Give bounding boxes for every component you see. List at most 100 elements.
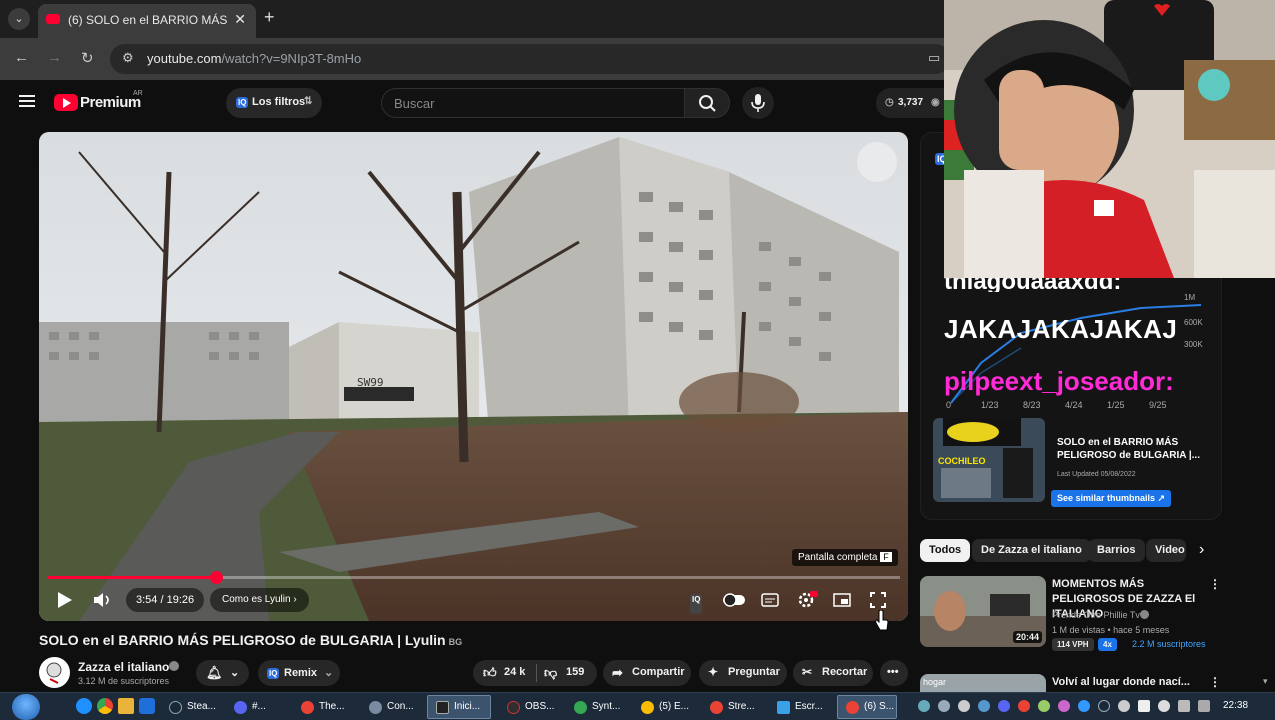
tray-icon[interactable] [918,700,930,712]
subscriber-count: 3.12 M de suscriptores [78,676,170,686]
tray-icon[interactable] [1078,700,1090,712]
settings-gear-icon[interactable] [796,590,818,610]
chapter-button[interactable]: Como es Lyulin › [210,588,309,612]
recommendation-subs: 2.2 M suscriptores [1132,639,1206,649]
taskbar-item-epic[interactable]: Inici... [427,695,491,719]
settings-icon [369,701,382,714]
search-button[interactable] [684,88,730,118]
edge-icon[interactable] [76,698,92,714]
close-tab-icon[interactable]: ✕ [234,11,246,28]
outlier-badge: 4x [1098,638,1117,651]
menu-icon[interactable] [19,95,35,107]
like-count[interactable]: 24 k [504,666,525,678]
chips-next-icon[interactable]: › [1199,541,1204,559]
site-info-icon[interactable]: ⚙ [122,50,134,66]
taskbar-item-desktop[interactable]: Escr... [768,695,830,719]
miniplayer-icon[interactable] [832,590,852,610]
epic-games-icon [436,701,449,714]
share-icon: ➦ [612,665,623,680]
action-center-icon[interactable] [1198,700,1210,712]
tray-icon[interactable] [1118,700,1130,712]
video-duration: 20:44 [1012,631,1042,643]
tray-icon[interactable] [938,700,950,712]
new-tab-icon[interactable]: + [264,7,275,28]
url-text: youtube.com/watch?v=9NIp3T-8mHo [147,51,362,66]
discord-tray-icon[interactable] [998,700,1010,712]
reload-icon[interactable]: ↻ [81,49,94,67]
scroll-down-icon[interactable]: ▾ [1263,676,1268,687]
tray-icon[interactable] [978,700,990,712]
fullscreen-icon[interactable] [868,590,888,610]
task-label: (5) E... [659,701,690,712]
play-icon[interactable] [54,590,74,610]
tray-icon[interactable] [1058,700,1070,712]
channel-name[interactable]: Zazza el italiano [78,660,169,674]
more-options-icon[interactable]: ⋮ [1209,675,1221,689]
youtube-premium-logo[interactable]: Premium [80,94,141,111]
language-icon[interactable] [1178,700,1190,712]
taskbar-item-steam[interactable]: Stea... [160,695,216,719]
chip-from-channel[interactable]: De Zazza el italiano [972,539,1091,562]
chrome-icon[interactable] [97,698,113,714]
video-player[interactable]: SW99 [39,132,908,621]
recommendation-channel[interactable]: Prende Otro Phillie Tv [1052,610,1140,620]
recommendation-thumbnail[interactable]: 20:44 [920,576,1046,647]
back-icon[interactable]: ← [14,49,29,66]
ask-button[interactable]: ✦ Preguntar [699,660,787,686]
chrome-tray-icon[interactable] [1018,700,1030,712]
store-icon[interactable] [139,698,155,714]
progress-bar[interactable] [48,571,900,584]
autoplay-toggle-icon[interactable] [722,590,746,610]
tray-icon[interactable] [958,700,970,712]
browser-tab-active[interactable]: (6) SOLO en el BARRIO MÁS PE ✕ [38,4,256,38]
like-icon[interactable]: 👍︎ [483,665,497,681]
start-button-icon[interactable] [12,694,40,720]
file-explorer-icon[interactable] [118,698,134,714]
iq-player-icon[interactable]: IQ [690,594,703,614]
volume-icon[interactable] [92,590,112,610]
chip-barrios[interactable]: Barrios [1088,539,1145,562]
taskbar-item-stream[interactable]: Stre... [701,695,761,719]
taskbar-item-discord[interactable]: #... [225,695,285,719]
taskbar-item-chrome-5[interactable]: (5) E... [632,695,694,719]
volume-tray-icon[interactable] [1158,700,1170,712]
tray-icon[interactable] [1038,700,1050,712]
search-input[interactable] [382,89,684,117]
more-actions-button[interactable]: ••• [880,660,908,686]
search-icon [699,95,716,112]
taskbar-item-chrome[interactable]: The... [292,695,352,719]
chip-all[interactable]: Todos [920,539,971,562]
clock[interactable]: 22:38 [1223,700,1248,711]
tab-search-dropdown-icon[interactable]: ⌄ [8,8,30,30]
network-icon[interactable] [1138,700,1150,712]
channel-avatar[interactable] [39,657,70,688]
taskbar-item-obs[interactable]: OBS... [498,695,558,719]
clip-button[interactable]: ✂ Recortar [793,660,873,686]
see-similar-thumbnails-button[interactable]: See similar thumbnails ↗ [1051,490,1172,507]
webcam-overlay [944,0,1275,278]
filters-button[interactable]: IQ Los filtros ⇅ [226,88,322,118]
subtitles-icon[interactable] [760,590,780,610]
chip-video[interactable]: Video [1146,539,1186,562]
more-options-icon[interactable]: ⋮ [1209,577,1221,591]
youtube-logo-icon[interactable] [54,94,78,111]
recommendation-title[interactable]: Volví al lugar donde nací... [1052,675,1202,690]
share-button[interactable]: ➦ Compartir [603,660,691,686]
taskbar-item-settings[interactable]: Con... [360,695,420,719]
chapter-label: Como es Lyulin [222,594,291,605]
dislike-icon[interactable]: 👎︎ [544,665,557,681]
more-horizontal-icon: ••• [887,666,899,678]
subscribed-bell-button[interactable]: 🔔︎ ⌄ [196,660,249,686]
taskbar-item-youtube[interactable]: (6) S... [837,695,897,719]
address-bar[interactable]: ⚙ youtube.com/watch?v=9NIp3T-8mHo [110,44,950,74]
taskbar-item-synth[interactable]: Synt... [565,695,625,719]
remix-button[interactable]: IQ Remix ⌄ [258,660,340,686]
steam-tray-icon[interactable] [1098,700,1110,712]
voice-search-button[interactable] [742,87,774,119]
forward-icon[interactable]: → [47,49,62,66]
cast-icon[interactable]: ▭ [928,50,940,66]
vph-badge: 114 VPH [1052,638,1094,651]
progress-scrubber[interactable] [209,571,223,584]
recommendation-thumbnail[interactable]: hogar [920,674,1046,692]
dislike-count[interactable]: 159 [566,666,584,678]
